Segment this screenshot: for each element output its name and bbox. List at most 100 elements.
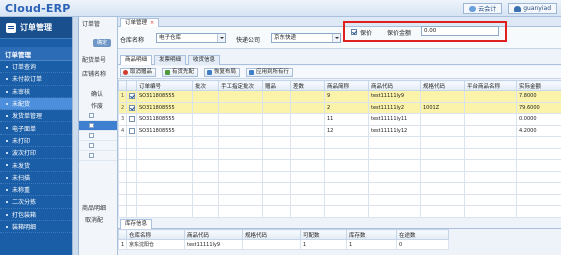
cell-pname[interactable] [464,101,517,114]
column-header[interactable]: 差数 [290,80,325,91]
cell-code[interactable]: test11111ly9 [368,90,421,103]
column-header[interactable]: 规格代码 [420,80,465,91]
row-checkbox[interactable] [89,153,94,158]
sidebar-item[interactable]: 未发货 [0,159,72,172]
stock-column-header[interactable]: 仓库名称 [126,229,185,240]
cell-diff[interactable] [290,124,325,137]
secondary-tab-label[interactable]: 订单管 [82,19,100,28]
row-checkbox[interactable] [129,127,135,134]
cell-amount[interactable]: 4.2000 [516,124,561,137]
sidebar-item[interactable]: 发货单管理 [0,110,72,123]
confirm-link[interactable]: 确认 [91,89,103,98]
row-checkbox[interactable] [129,104,135,111]
cell-order[interactable]: SO311808555 [136,124,193,137]
table-row[interactable]: 1 SO311808555 9 test11111ly9 7.8000 [118,90,561,103]
apply-all-rows-button[interactable]: 应用到所有行 [246,68,294,77]
sidebar-item[interactable]: 订单查询 [0,61,72,74]
cell-manual[interactable] [218,90,263,103]
cell-order[interactable]: SO311808555 [136,113,193,126]
cell-batch[interactable] [192,90,219,103]
cell-code[interactable]: test11111ly2 [368,101,421,114]
cell-amount[interactable]: 0.0000 [516,113,561,126]
cell-order[interactable]: SO311808555 [136,101,193,114]
sidebar-item[interactable]: 未配货 [0,97,72,111]
table-row[interactable]: 2 SO311808555 2 test11111ly2 1001Z 79.6000 [118,101,561,114]
cell-gift[interactable] [262,124,291,137]
row-checkbox[interactable] [89,143,94,148]
row-checkbox[interactable] [129,116,135,122]
cell-short[interactable]: 11 [324,113,369,126]
list-item[interactable] [79,151,117,161]
cell-spec[interactable] [420,124,465,137]
tab-invoice-detail[interactable]: 发票明细 [154,55,187,65]
sidebar-section-order-management[interactable]: 订单管理 [0,47,72,61]
sidebar-item[interactable]: 电子面单 [0,122,72,135]
cell-code[interactable]: test11111ly11 [368,113,421,126]
insured-checkbox[interactable] [351,29,357,35]
stock-column-header[interactable]: 库存数 [346,229,397,240]
row-checkbox[interactable] [89,123,94,128]
void-link[interactable]: 作废 [91,101,103,110]
tab-product-detail[interactable]: 商品明细 [120,55,153,65]
cell-spec[interactable] [420,113,465,126]
cell-diff[interactable] [290,113,325,126]
tab-receiver-info[interactable]: 收货信息 [188,55,221,65]
stock-column-header[interactable]: 可配数 [300,229,347,240]
row-checkbox[interactable] [129,93,135,99]
cell-diff[interactable] [290,90,325,103]
row-checkbox[interactable] [89,133,94,138]
column-header[interactable] [118,80,127,91]
cell-order[interactable]: SO311808555 [136,90,193,103]
cell-pname[interactable] [464,90,517,103]
sidebar-item[interactable]: 装箱明细 [0,221,72,234]
cell-batch[interactable] [192,124,219,137]
tab-stock-info[interactable]: 库存信息 [120,219,153,229]
user-menu[interactable]: guanyiad [508,3,557,14]
stock-column-header[interactable]: 规格代码 [242,229,301,240]
cell-pname[interactable] [464,124,517,137]
cancel-gift-button[interactable]: 取消赠品 [120,68,157,77]
cell-pname[interactable] [464,113,517,126]
cell-amount[interactable]: 79.6000 [516,101,561,114]
sidebar-item[interactable]: 打包装箱 [0,209,72,221]
restore-layout-button[interactable]: 恢复布局 [204,68,241,77]
cell-manual[interactable] [218,124,263,137]
cell-short[interactable]: 12 [324,124,369,137]
cell-amount[interactable]: 7.8000 [516,90,561,103]
list-item[interactable] [79,131,117,141]
cell-batch[interactable] [192,113,219,126]
stock-first-button[interactable]: 有货先配 [162,68,199,77]
cell-spec[interactable] [420,90,465,103]
cell-short[interactable]: 2 [324,101,369,114]
column-header[interactable]: 实际金额 [516,80,561,91]
cell-gift[interactable] [262,101,291,114]
table-row[interactable]: 3 SO311808555 11 test11111ly11 0.0000 [118,113,561,126]
cell-batch[interactable] [192,101,219,114]
stock-column-header[interactable]: 商品代码 [184,229,243,240]
sidebar-item[interactable]: 波次打印 [0,147,72,160]
cancel-allocate-button[interactable]: 取消配 [85,215,103,224]
column-header[interactable] [126,80,137,91]
close-icon[interactable]: × [150,19,154,27]
warehouse-select[interactable]: 电子仓库 [156,33,226,43]
column-header[interactable]: 商品代码 [368,80,421,91]
column-header[interactable]: 赠品 [262,80,291,91]
cell-manual[interactable] [218,113,263,126]
confirm-small-button[interactable]: 确定 [93,39,111,47]
sidebar-item[interactable]: 二次分拣 [0,196,72,209]
express-select[interactable]: 京东快递 [271,33,341,43]
sidebar-item[interactable]: 未付款订单 [0,73,72,86]
cell-diff[interactable] [290,101,325,114]
sidebar-item[interactable]: 未扫描 [0,172,72,184]
cell-code[interactable]: test11111ly12 [368,124,421,137]
sidebar-collapse-handle[interactable] [72,17,79,255]
column-header[interactable]: 批次 [192,80,219,91]
sidebar-item[interactable]: 未打印 [0,135,72,148]
column-header[interactable]: 订单编号 [136,80,193,91]
sidebar-item[interactable]: 未称重 [0,184,72,197]
column-header[interactable]: 手工指定批次 [218,80,263,91]
sidebar-item[interactable]: 未审核 [0,86,72,98]
stock-column-header[interactable]: 在途数 [396,229,449,240]
stock-column-header[interactable] [118,229,127,240]
cell-gift[interactable] [262,90,291,103]
